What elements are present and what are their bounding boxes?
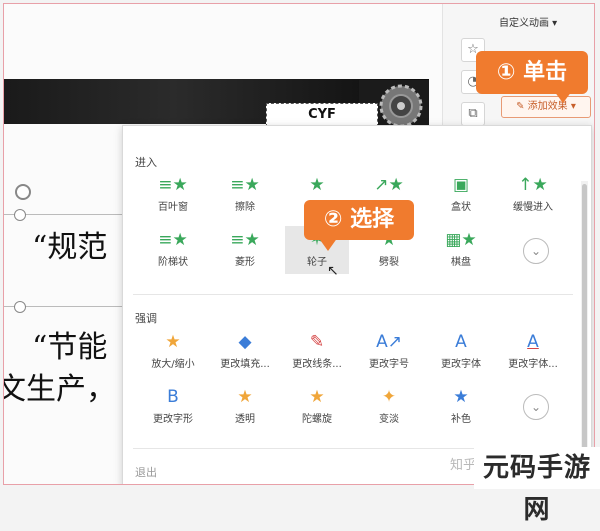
effect-diamond[interactable]: ≡★ 菱形: [213, 229, 277, 273]
slide-text-line[interactable]: “规范: [32, 222, 107, 266]
slide-text-line[interactable]: “节能: [32, 322, 107, 366]
fill-bucket-icon: ◆: [238, 332, 252, 352]
scrollbar-thumb[interactable]: [582, 184, 587, 474]
effect-grow-shrink[interactable]: ★ 放大/缩小: [141, 331, 205, 375]
font-color-icon: A: [527, 332, 539, 352]
effect-change-line[interactable]: ✎ 更改线条...: [285, 331, 349, 375]
effect-box[interactable]: ▣ 盒状: [429, 174, 493, 218]
resize-handle[interactable]: [14, 209, 26, 221]
step2-callout: ② 选择: [304, 200, 414, 251]
zhihu-watermark: 知乎: [450, 458, 477, 473]
diamond-icon: ≡★: [230, 230, 260, 250]
effect-crawl-in[interactable]: ↑★ 缓慢进入: [501, 174, 565, 218]
bold-icon: B: [167, 387, 179, 407]
effect-change-font-size[interactable]: A↗ 更改字号: [357, 331, 421, 375]
effects-dropdown: 进入 ≡★ 百叶窗 ≡★ 擦除 ★ ↗★ ▣ 盒状 ↑★ 缓慢进入 ≡★ 阶梯状…: [122, 125, 592, 484]
entrance-section-title: 进入: [135, 156, 157, 169]
fly-in-icon: ↗★: [374, 175, 404, 195]
mouse-cursor-icon: ↖: [327, 263, 339, 279]
more-entrance-chevron-down-icon[interactable]: ⌄: [523, 238, 549, 264]
grow-shrink-icon: ★: [165, 332, 181, 352]
effect-checkerboard[interactable]: ▦★ 棋盘: [429, 229, 493, 273]
transparency-icon: ★: [237, 387, 253, 407]
effect-change-font[interactable]: A 更改字体: [429, 331, 493, 375]
custom-animation-label[interactable]: 自定义动画 ▾: [499, 14, 557, 29]
application-window: CYF “规范 “节能 文生产， 自定义动画 ▾ ☆ ◔ ⧉ ✎ 添加效果 ▾ …: [3, 3, 595, 485]
step1-callout: ① 单击: [476, 51, 588, 103]
wipe-icon: ≡★: [230, 175, 260, 195]
slide-text-line[interactable]: 文生产，: [4, 364, 116, 408]
effect-lighten[interactable]: ✦ 变淡: [357, 386, 421, 430]
resize-handle[interactable]: [14, 301, 26, 313]
effect-wipe[interactable]: ≡★ 擦除: [213, 174, 277, 218]
checkerboard-icon: ▦★: [445, 230, 477, 250]
appear-icon: ★: [309, 175, 325, 195]
box-icon: ▣: [452, 175, 470, 195]
effect-change-fill[interactable]: ◆ 更改填充...: [213, 331, 277, 375]
crawl-in-icon: ↑★: [518, 175, 548, 195]
exit-section-title: 退出: [135, 466, 157, 479]
font-size-icon: A↗: [376, 332, 402, 352]
site-logo: 元码手游网: [474, 447, 600, 525]
effect-change-font-style[interactable]: B 更改字形: [141, 386, 205, 430]
font-icon: A: [455, 332, 467, 352]
effect-blinds[interactable]: ≡★ 百叶窗: [141, 174, 205, 218]
pen-icon: ✎: [309, 332, 325, 352]
effect-stairs[interactable]: ≡★ 阶梯状: [141, 229, 205, 273]
more-emphasis-chevron-down-icon[interactable]: ⌄: [523, 394, 549, 420]
effect-change-font-color[interactable]: A 更改字体...: [501, 331, 565, 375]
effect-spin[interactable]: ★ 陀螺旋: [285, 386, 349, 430]
cyf-text-box[interactable]: CYF: [266, 103, 378, 127]
blinds-icon: ≡★: [158, 175, 188, 195]
spin-icon: ★: [309, 387, 325, 407]
rotate-handle[interactable]: [15, 184, 31, 200]
objects-icon[interactable]: ⧉: [461, 102, 485, 126]
effect-transparency[interactable]: ★ 透明: [213, 386, 277, 430]
stairs-icon: ≡★: [158, 230, 188, 250]
section-divider: [133, 294, 573, 295]
add-effect-button[interactable]: ✎ 添加效果 ▾: [501, 96, 591, 118]
lighten-icon: ✦: [381, 387, 397, 407]
complementary-color-icon: ★: [453, 387, 469, 407]
emphasis-section-title: 强调: [135, 312, 157, 325]
effect-complementary-color[interactable]: ★ 补色: [429, 386, 493, 430]
